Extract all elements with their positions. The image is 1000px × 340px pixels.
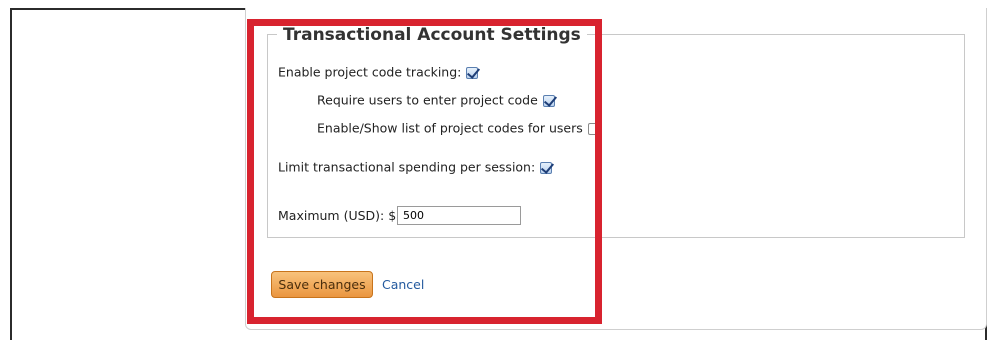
option-require-project-code: Require users to enter project code bbox=[317, 92, 555, 109]
show-project-codes-checkbox[interactable] bbox=[587, 122, 600, 135]
maximum-label: Maximum (USD): $ bbox=[278, 208, 397, 223]
option-show-project-codes: Enable/Show list of project codes for us… bbox=[317, 120, 600, 137]
limit-spending-checkbox[interactable] bbox=[540, 161, 553, 174]
require-project-code-checkbox[interactable] bbox=[542, 94, 555, 107]
save-button[interactable]: Save changes bbox=[271, 271, 373, 298]
cancel-link[interactable]: Cancel bbox=[382, 277, 424, 293]
maximum-usd-input[interactable] bbox=[397, 206, 521, 225]
option-project-code-tracking: Enable project code tracking: bbox=[278, 64, 479, 81]
option-label: Require users to enter project code bbox=[317, 92, 538, 108]
project-code-tracking-checkbox[interactable] bbox=[466, 66, 479, 79]
option-label: Enable project code tracking: bbox=[278, 64, 462, 80]
option-label: Limit transactional spending per session… bbox=[278, 159, 536, 175]
option-label: Enable/Show list of project codes for us… bbox=[317, 120, 583, 136]
fieldset-legend: Transactional Account Settings bbox=[277, 24, 587, 46]
option-limit-spending: Limit transactional spending per session… bbox=[278, 159, 553, 176]
